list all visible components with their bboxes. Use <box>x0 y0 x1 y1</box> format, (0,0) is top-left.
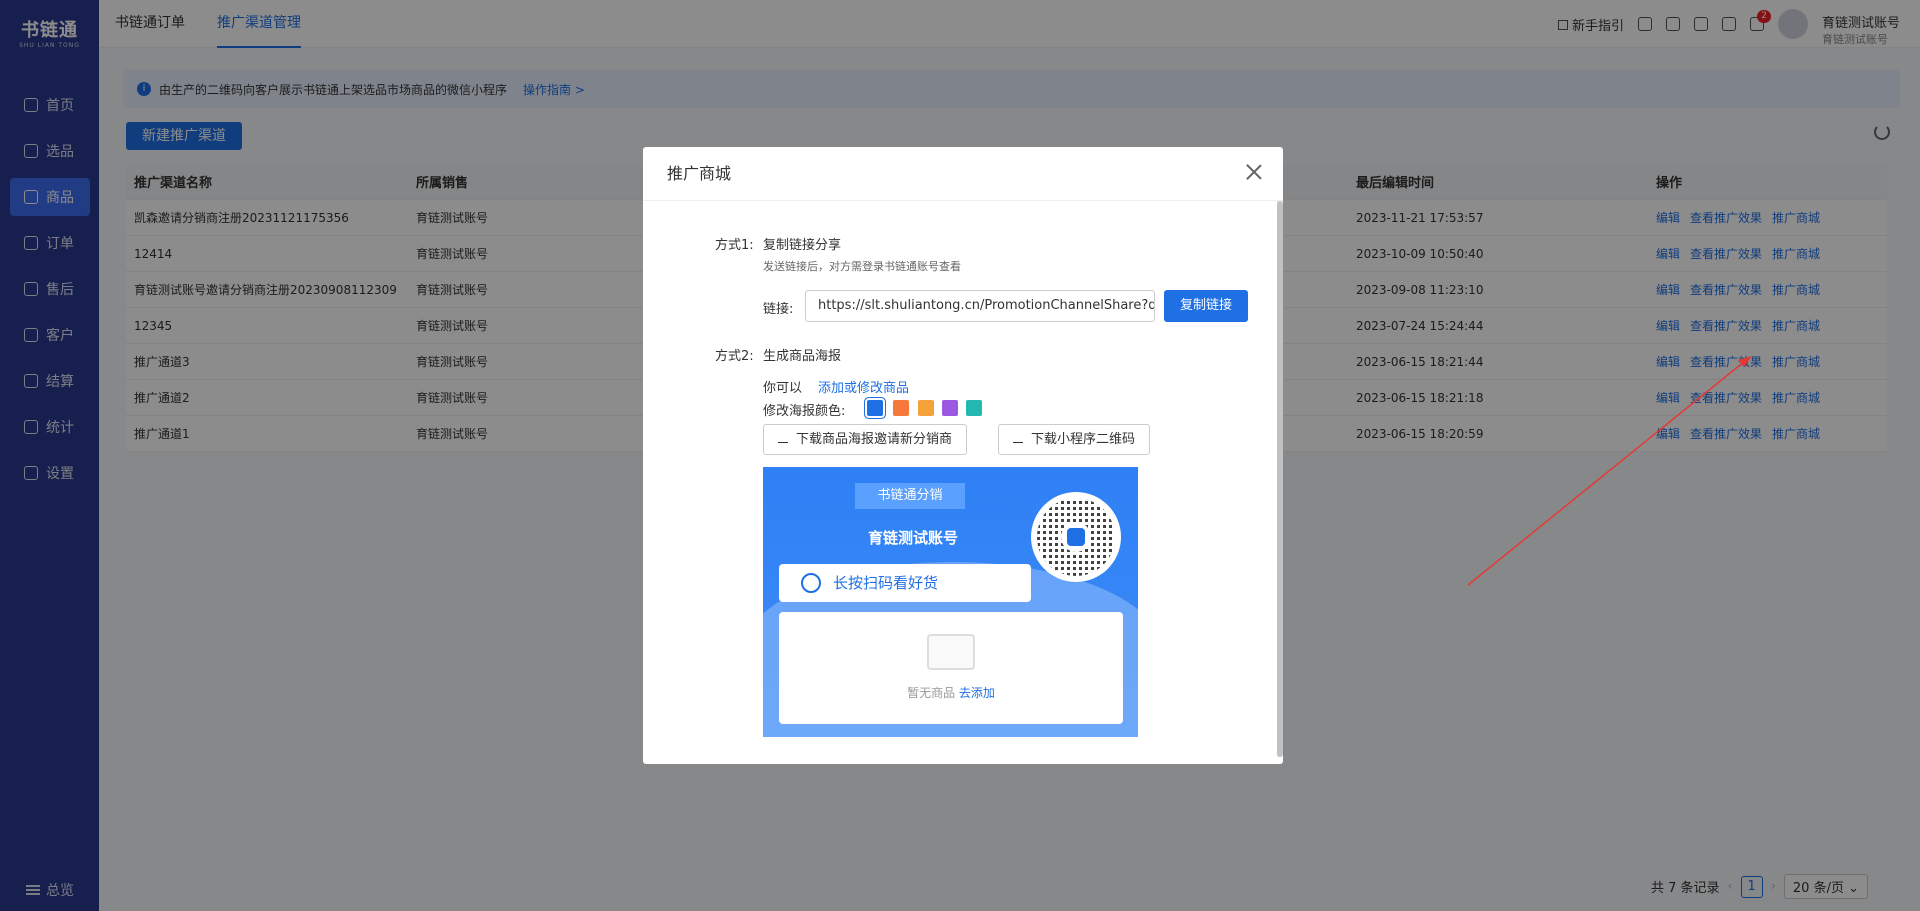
edit-products-link[interactable]: 添加或修改商品 <box>818 377 909 396</box>
empty-products-card: 暂无商品 去添加 <box>779 612 1123 724</box>
download-qr-label: 下载小程序二维码 <box>1031 432 1136 447</box>
promotion-mall-dialog: 推广商城 方式1: 复制链接分享 发送链接后，对方需登录书链通账号查看 链接: … <box>643 147 1283 764</box>
way2-title: 生成商品海报 <box>763 349 842 364</box>
dialog-scrollbar[interactable] <box>1277 201 1283 757</box>
copy-link-button[interactable]: 复制链接 <box>1164 290 1249 322</box>
color-swatch-blue[interactable] <box>865 398 885 418</box>
way1-label: 方式1: <box>715 238 754 253</box>
download-qr-button[interactable]: 下载小程序二维码 <box>998 424 1151 455</box>
color-swatch-teal[interactable] <box>966 400 982 416</box>
download-icon <box>778 433 788 443</box>
poster-ribbon: 书链通分销 <box>855 483 965 509</box>
way1-desc: 发送链接后，对方需登录书链通账号查看 <box>763 260 961 273</box>
way1-title: 复制链接分享 <box>763 238 842 253</box>
download-poster-label: 下载商品海报邀请新分销商 <box>796 432 953 447</box>
color-swatch-amber[interactable] <box>918 400 934 416</box>
go-add-link[interactable]: 去添加 <box>959 686 995 700</box>
close-icon[interactable] <box>1245 163 1263 181</box>
scrollbar-thumb[interactable] <box>1277 201 1283 757</box>
dialog-title: 推广商城 <box>643 147 1283 201</box>
poster-preview: 书链通分销 育链测试账号 长按扫码看好货 暂无商品 去添加 <box>763 467 1138 737</box>
link-label: 链接: <box>763 302 794 317</box>
download-poster-button[interactable]: 下载商品海报邀请新分销商 <box>763 424 968 455</box>
qr-logo <box>1061 522 1091 552</box>
scan-banner: 长按扫码看好货 <box>779 564 1031 602</box>
poster-account-name: 育链测试账号 <box>867 529 958 547</box>
app-root: 书链通 SHU LIAN TONG 首页 选品 商品 订单 售后 客户 结算 统… <box>0 0 1920 911</box>
color-swatch-orange[interactable] <box>893 400 909 416</box>
empty-inbox-icon <box>927 634 975 670</box>
empty-text: 暂无商品 <box>907 686 956 700</box>
qr-code-icon <box>1031 492 1121 582</box>
download-icon <box>1013 433 1023 443</box>
can-text: 你可以 <box>763 381 803 396</box>
share-link-field[interactable]: https://slt.shuliantong.cn/PromotionChan… <box>805 290 1155 322</box>
color-swatch-purple[interactable] <box>942 400 958 416</box>
color-label: 修改海报颜色: <box>763 404 846 419</box>
scan-text: 长按扫码看好货 <box>833 574 939 592</box>
way2-label: 方式2: <box>715 349 754 364</box>
empty-text-row: 暂无商品 去添加 <box>779 684 1123 701</box>
fingerprint-icon <box>801 573 821 593</box>
